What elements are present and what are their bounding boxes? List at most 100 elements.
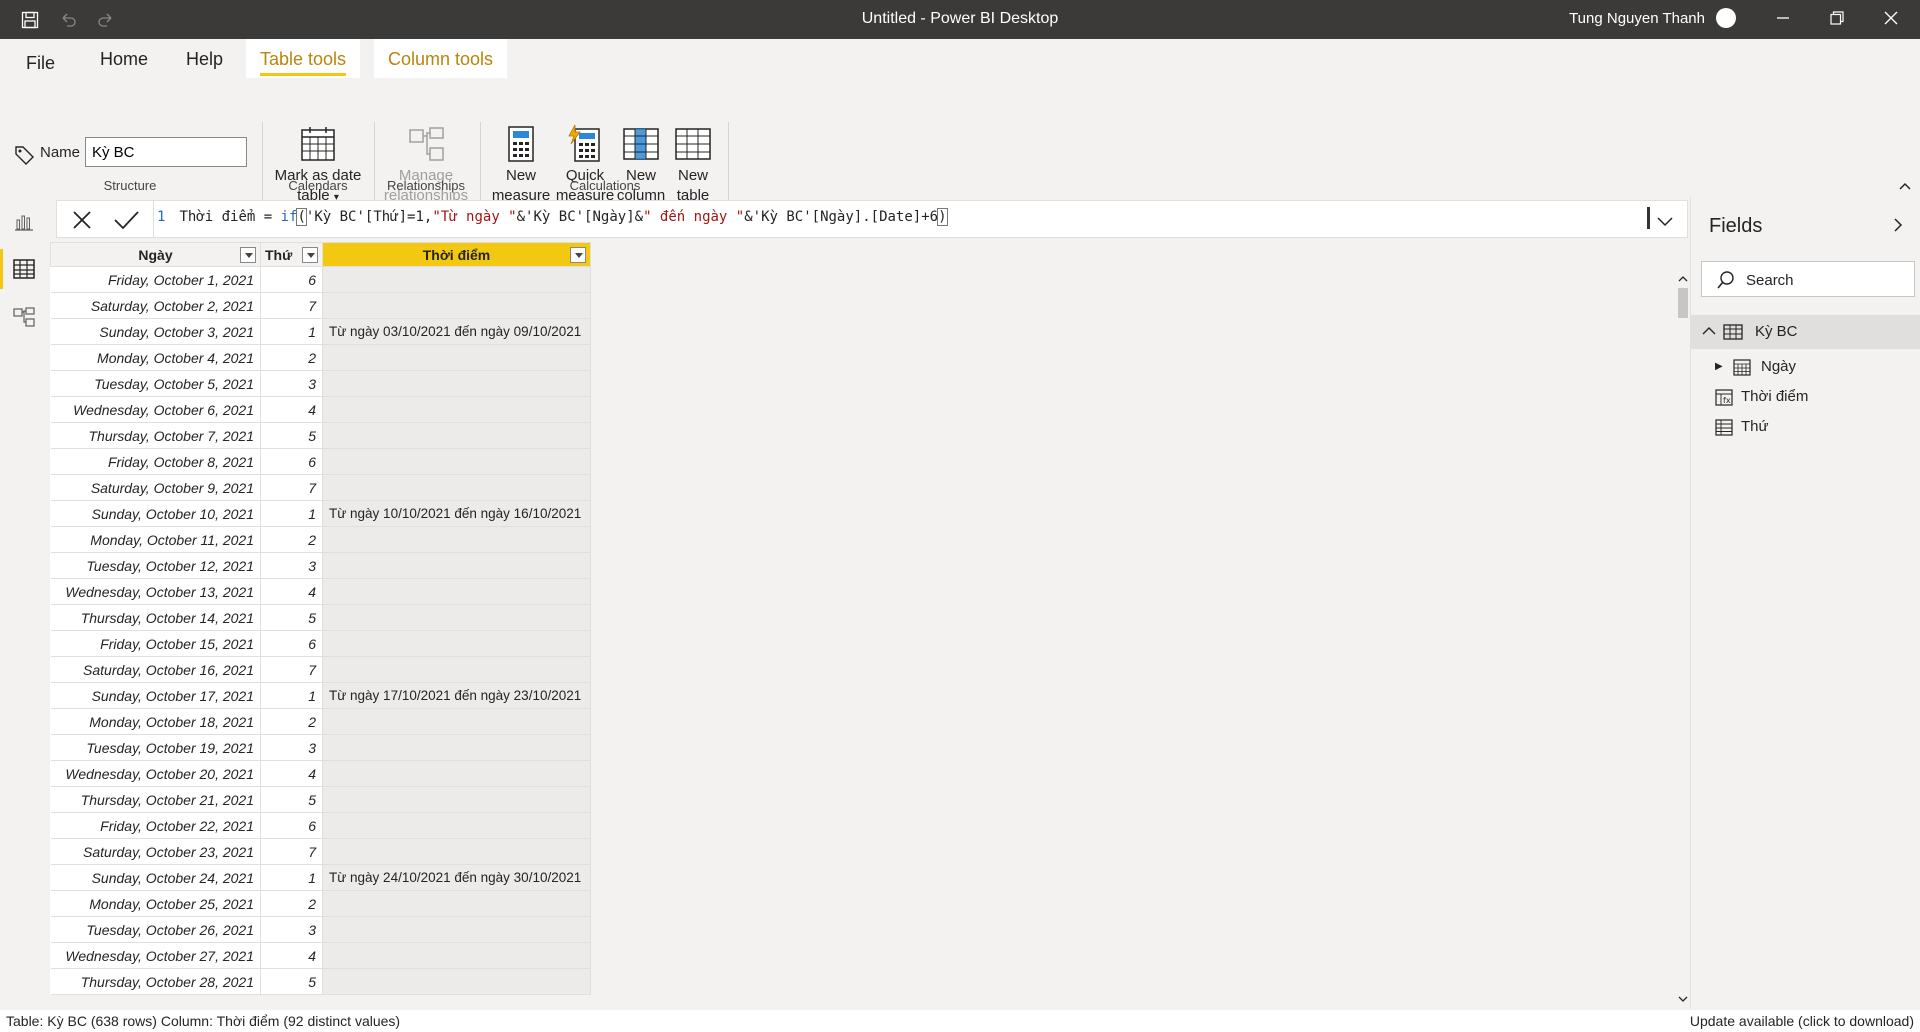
table-cell[interactable]: Monday, October 18, 2021: [50, 708, 261, 735]
column-header-thu[interactable]: Thứ: [260, 242, 323, 267]
field-item-thu[interactable]: Thứ: [1691, 413, 1920, 441]
table-cell[interactable]: Saturday, October 9, 2021: [50, 474, 261, 501]
collapse-ribbon-icon[interactable]: [1898, 178, 1914, 192]
table-cell[interactable]: [322, 968, 591, 995]
tab-help[interactable]: Help: [172, 39, 237, 78]
scrollbar-thumb[interactable]: [1678, 288, 1688, 318]
field-item-thoi-diem[interactable]: fx Thời điểm: [1691, 383, 1920, 411]
new-measure-button[interactable]: New measure: [488, 124, 554, 206]
table-cell[interactable]: [322, 292, 591, 319]
table-cell[interactable]: [322, 942, 591, 969]
scroll-down-icon[interactable]: [1677, 992, 1689, 1004]
model-view-icon[interactable]: [0, 293, 48, 341]
table-cell[interactable]: [322, 786, 591, 813]
close-icon[interactable]: [1868, 0, 1914, 36]
field-item-ngay[interactable]: ▶ Ngày: [1691, 353, 1920, 381]
new-table-button[interactable]: New table: [668, 124, 718, 206]
table-cell[interactable]: [322, 344, 591, 371]
table-cell[interactable]: Tuesday, October 5, 2021: [50, 370, 261, 397]
avatar[interactable]: [1716, 8, 1736, 28]
table-cell[interactable]: Sunday, October 24, 2021: [50, 864, 261, 891]
table-cell[interactable]: 5: [260, 422, 323, 449]
table-cell[interactable]: [322, 630, 591, 657]
table-cell[interactable]: 2: [260, 344, 323, 371]
formula-input[interactable]: 1 Thời điểm = if('Kỳ BC'[Thứ]=1,"Từ ngày …: [157, 208, 948, 226]
table-cell[interactable]: [322, 604, 591, 631]
manage-relationships-button[interactable]: Manage relationships: [378, 124, 474, 206]
table-cell[interactable]: 5: [260, 968, 323, 995]
table-cell[interactable]: [322, 812, 591, 839]
table-cell[interactable]: 6: [260, 448, 323, 475]
chevron-up-icon[interactable]: [1701, 323, 1717, 344]
table-cell[interactable]: 3: [260, 734, 323, 761]
cancel-formula-icon[interactable]: [69, 207, 95, 233]
table-cell[interactable]: [322, 578, 591, 605]
user-name[interactable]: Tung Nguyen Thanh: [1569, 0, 1705, 39]
minimize-icon[interactable]: [1760, 0, 1806, 36]
table-cell[interactable]: [322, 656, 591, 683]
table-cell[interactable]: 4: [260, 396, 323, 423]
table-cell[interactable]: Sunday, October 3, 2021: [50, 318, 261, 345]
table-cell[interactable]: Wednesday, October 13, 2021: [50, 578, 261, 605]
commit-formula-icon[interactable]: [111, 207, 141, 233]
table-cell[interactable]: [322, 708, 591, 735]
redo-icon[interactable]: [94, 8, 118, 32]
table-cell[interactable]: 5: [260, 786, 323, 813]
table-cell[interactable]: [322, 890, 591, 917]
update-available-link[interactable]: Update available (click to download): [1690, 1013, 1914, 1029]
table-cell[interactable]: Từ ngày 10/10/2021 đến ngày 16/10/2021: [322, 500, 591, 527]
table-cell[interactable]: 5: [260, 604, 323, 631]
table-cell[interactable]: Wednesday, October 6, 2021: [50, 396, 261, 423]
chevron-right-icon[interactable]: [1888, 215, 1908, 235]
table-cell[interactable]: 2: [260, 526, 323, 553]
table-cell[interactable]: [322, 422, 591, 449]
table-cell[interactable]: 4: [260, 578, 323, 605]
table-cell[interactable]: 7: [260, 838, 323, 865]
caret-right-icon[interactable]: ▶: [1715, 361, 1723, 372]
table-cell[interactable]: Từ ngày 03/10/2021 đến ngày 09/10/2021: [322, 318, 591, 345]
filter-dropdown-icon[interactable]: [302, 247, 318, 263]
table-cell[interactable]: 3: [260, 370, 323, 397]
table-cell[interactable]: 1: [260, 682, 323, 709]
table-cell[interactable]: Friday, October 22, 2021: [50, 812, 261, 839]
table-cell[interactable]: 4: [260, 942, 323, 969]
vertical-scrollbar[interactable]: [1676, 270, 1690, 1010]
table-cell[interactable]: Monday, October 11, 2021: [50, 526, 261, 553]
table-cell[interactable]: Saturday, October 2, 2021: [50, 292, 261, 319]
table-cell[interactable]: Thursday, October 28, 2021: [50, 968, 261, 995]
table-cell[interactable]: Sunday, October 17, 2021: [50, 682, 261, 709]
data-view-icon[interactable]: [0, 245, 48, 293]
table-cell[interactable]: [322, 266, 591, 293]
table-cell[interactable]: 1: [260, 864, 323, 891]
table-cell[interactable]: Friday, October 1, 2021: [50, 266, 261, 293]
new-column-button[interactable]: New column: [614, 124, 668, 206]
save-icon[interactable]: [18, 8, 42, 32]
filter-dropdown-icon[interactable]: [240, 247, 256, 263]
table-cell[interactable]: Từ ngày 17/10/2021 đến ngày 23/10/2021: [322, 682, 591, 709]
field-table-kybc[interactable]: Kỳ BC: [1691, 315, 1920, 349]
table-cell[interactable]: Thursday, October 14, 2021: [50, 604, 261, 631]
table-cell[interactable]: 3: [260, 916, 323, 943]
table-cell[interactable]: 7: [260, 474, 323, 501]
table-cell[interactable]: 7: [260, 656, 323, 683]
column-header-thoi-diem[interactable]: Thời điểm: [322, 242, 591, 267]
expand-formula-icon[interactable]: [1653, 209, 1677, 233]
scroll-up-icon[interactable]: [1677, 272, 1689, 284]
table-cell[interactable]: Monday, October 25, 2021: [50, 890, 261, 917]
table-cell[interactable]: Wednesday, October 20, 2021: [50, 760, 261, 787]
table-cell[interactable]: Tuesday, October 19, 2021: [50, 734, 261, 761]
report-view-icon[interactable]: [0, 197, 48, 245]
table-cell[interactable]: [322, 448, 591, 475]
table-cell[interactable]: 2: [260, 890, 323, 917]
table-cell[interactable]: [322, 396, 591, 423]
table-cell[interactable]: [322, 370, 591, 397]
table-cell[interactable]: 7: [260, 292, 323, 319]
table-cell[interactable]: Saturday, October 16, 2021: [50, 656, 261, 683]
table-cell[interactable]: 4: [260, 760, 323, 787]
table-cell[interactable]: [322, 552, 591, 579]
table-cell[interactable]: 2: [260, 708, 323, 735]
table-cell[interactable]: 3: [260, 552, 323, 579]
filter-dropdown-icon[interactable]: [570, 247, 586, 263]
tab-table-tools[interactable]: Table tools: [246, 39, 361, 78]
table-cell[interactable]: [322, 838, 591, 865]
